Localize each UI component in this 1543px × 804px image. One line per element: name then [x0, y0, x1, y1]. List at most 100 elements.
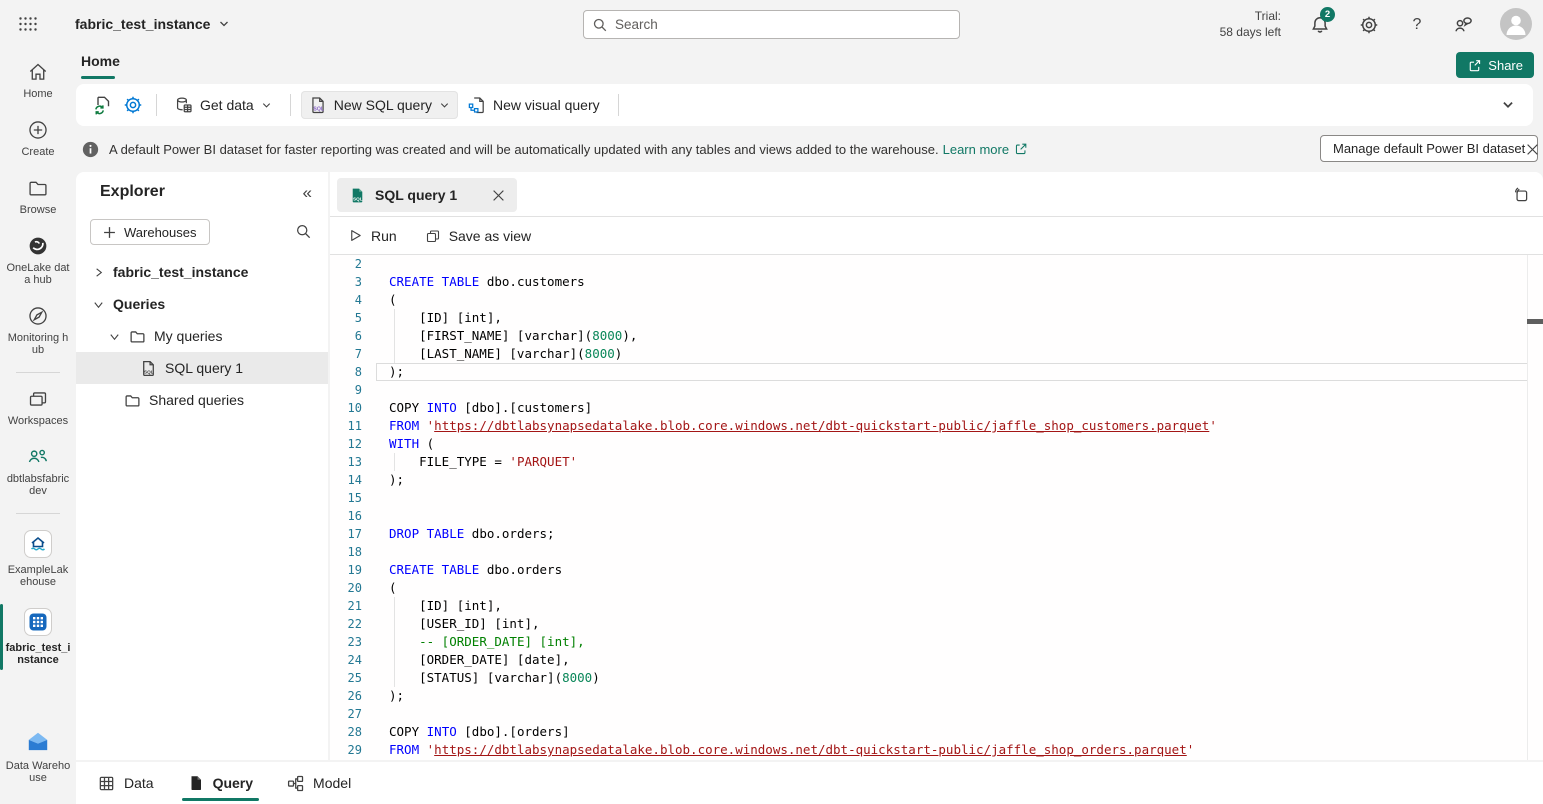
code-line-14[interactable]: 14); — [330, 471, 1543, 489]
code-line-5[interactable]: 5 [ID] [int], — [330, 309, 1543, 327]
monitoring-icon — [27, 305, 49, 327]
settings-gear-icon[interactable] — [1358, 14, 1380, 36]
share-button[interactable]: Share — [1456, 52, 1534, 78]
rail-item-data-warehouse[interactable]: Data Warehouse — [0, 720, 76, 794]
rail-item-workspaces[interactable]: Workspaces — [0, 379, 76, 437]
explorer-search-icon[interactable] — [295, 223, 312, 240]
save-as-view-button[interactable]: Save as view — [425, 228, 531, 244]
tree-item-fabric-test-instance[interactable]: fabric_test_instance — [76, 256, 328, 288]
code-line-3[interactable]: 3CREATE TABLE dbo.customers — [330, 273, 1543, 291]
code-line-9[interactable]: 9 — [330, 381, 1543, 399]
indent-guide — [394, 327, 395, 345]
copy-icon[interactable] — [1512, 186, 1530, 204]
collapse-ribbon-chevron-icon[interactable] — [1501, 98, 1515, 112]
chev-down-icon[interactable] — [92, 298, 105, 311]
settings-blue-gear-icon[interactable] — [120, 92, 146, 118]
code-line-22[interactable]: 22 [USER_ID] [int], — [330, 615, 1543, 633]
code-line-23[interactable]: 23 -- [ORDER_DATE] [int], — [330, 633, 1543, 651]
line-number: 17 — [330, 525, 362, 543]
workspace-switcher[interactable]: fabric_test_instance — [75, 0, 230, 48]
rail-item-examplelakehouse[interactable]: ExampleLakehouse — [0, 520, 76, 598]
notification-badge: 2 — [1320, 7, 1335, 22]
code-text: COPY INTO [dbo].[orders] — [389, 723, 570, 741]
lakehouse-badge-icon — [23, 529, 53, 559]
chev-right-icon[interactable] — [92, 266, 105, 279]
search-input[interactable] — [615, 17, 951, 32]
new-warehouse-button[interactable]: Warehouses — [90, 219, 210, 245]
code-line-12[interactable]: 12WITH ( — [330, 435, 1543, 453]
code-line-8[interactable]: 8); — [330, 363, 1543, 381]
get-data-button[interactable]: Get data — [167, 91, 280, 119]
tree-item-sql-query-1[interactable]: SQLSQL query 1 — [76, 352, 328, 384]
database-icon — [175, 96, 193, 114]
code-line-27[interactable]: 27 — [330, 705, 1543, 723]
rail-item-browse[interactable]: Browse — [0, 168, 76, 226]
code-line-16[interactable]: 16 — [330, 507, 1543, 525]
code-line-19[interactable]: 19CREATE TABLE dbo.orders — [330, 561, 1543, 579]
code-text: CREATE TABLE dbo.orders — [389, 561, 562, 579]
code-line-17[interactable]: 17DROP TABLE dbo.orders; — [330, 525, 1543, 543]
code-line-15[interactable]: 15 — [330, 489, 1543, 507]
rail-item-label: ExampleLakehouse — [5, 564, 71, 588]
run-button[interactable]: Run — [348, 228, 397, 244]
code-line-29[interactable]: 29FROM 'https://dbtlabsynapsedatalake.bl… — [330, 741, 1543, 759]
close-tab-icon[interactable] — [492, 189, 505, 202]
view-tab-data[interactable]: Data — [98, 762, 154, 804]
save-as-view-label: Save as view — [449, 228, 531, 244]
code-line-2[interactable]: 2 — [330, 255, 1543, 273]
tree-item-shared-queries[interactable]: Shared queries — [76, 384, 328, 416]
tree-item-label: Queries — [113, 296, 165, 312]
chev-down-icon[interactable] — [108, 330, 121, 343]
new-sql-query-button[interactable]: SQL New SQL query — [301, 91, 458, 119]
tab-sql-query-1[interactable]: SQL SQL query 1 — [337, 178, 517, 212]
code-line-10[interactable]: 10COPY INTO [dbo].[customers] — [330, 399, 1543, 417]
collapse-explorer-icon[interactable]: « — [303, 183, 312, 203]
code-line-7[interactable]: 7 [LAST_NAME] [varchar](8000) — [330, 345, 1543, 363]
code-line-4[interactable]: 4( — [330, 291, 1543, 309]
share-label: Share — [1488, 58, 1523, 73]
rail-item-fabric-test-instance[interactable]: fabric_test_instance — [0, 598, 76, 676]
code-text: [LAST_NAME] [varchar](8000) — [389, 345, 622, 363]
editor-scrollbar[interactable] — [1527, 255, 1528, 760]
search-icon — [592, 17, 608, 33]
rail-item-dbtlabsfabricdev[interactable]: dbtlabsfabricdev — [0, 437, 76, 507]
new-visual-query-button[interactable]: New visual query — [460, 91, 608, 119]
close-banner-icon[interactable] — [1521, 138, 1543, 160]
play-icon — [348, 228, 363, 243]
avatar[interactable] — [1500, 8, 1532, 40]
explorer-panel: Explorer « Warehouses fabric_test_instan… — [76, 172, 328, 760]
rail-item-onelake-data-hub[interactable]: OneLake data hub — [0, 226, 76, 296]
sql-editor[interactable]: 23CREATE TABLE dbo.customers4(5 [ID] [in… — [330, 255, 1543, 760]
code-line-11[interactable]: 11FROM 'https://dbtlabsynapsedatalake.bl… — [330, 417, 1543, 435]
line-number: 22 — [330, 615, 362, 633]
code-line-21[interactable]: 21 [ID] [int], — [330, 597, 1543, 615]
code-line-24[interactable]: 24 [ORDER_DATE] [date], — [330, 651, 1543, 669]
learn-more-link[interactable]: Learn more — [943, 142, 1009, 157]
rail-item-create[interactable]: Create — [0, 110, 76, 168]
rail-item-home[interactable]: Home — [0, 52, 76, 110]
help-button[interactable]: ? — [1406, 14, 1428, 36]
code-line-6[interactable]: 6 [FIRST_NAME] [varchar](8000), — [330, 327, 1543, 345]
view-tab-model[interactable]: Model — [287, 762, 351, 804]
feedback-icon[interactable] — [1452, 14, 1474, 36]
manage-default-dataset-button[interactable]: Manage default Power BI dataset — [1320, 135, 1538, 162]
code-line-20[interactable]: 20( — [330, 579, 1543, 597]
indent-guide — [394, 309, 395, 327]
tree-item-my-queries[interactable]: My queries — [76, 320, 328, 352]
code-line-18[interactable]: 18 — [330, 543, 1543, 561]
app-launcher-icon[interactable] — [16, 12, 40, 36]
new-sql-query-label: New SQL query — [334, 97, 432, 113]
code-line-26[interactable]: 26); — [330, 687, 1543, 705]
view-tab-query[interactable]: Query — [188, 762, 253, 804]
tree-item-queries[interactable]: Queries — [76, 288, 328, 320]
code-line-25[interactable]: 25 [STATUS] [varchar](8000) — [330, 669, 1543, 687]
rail-item-monitoring-hub[interactable]: Monitoring hub — [0, 296, 76, 366]
onelake-icon — [27, 235, 49, 257]
chevron-down-icon — [439, 100, 450, 111]
visual-query-icon — [468, 96, 486, 114]
refresh-dataset-icon[interactable] — [90, 92, 116, 118]
code-line-13[interactable]: 13 FILE_TYPE = 'PARQUET' — [330, 453, 1543, 471]
code-line-28[interactable]: 28COPY INTO [dbo].[orders] — [330, 723, 1543, 741]
tab-home[interactable]: Home — [81, 53, 120, 69]
indent-guide — [394, 345, 395, 363]
